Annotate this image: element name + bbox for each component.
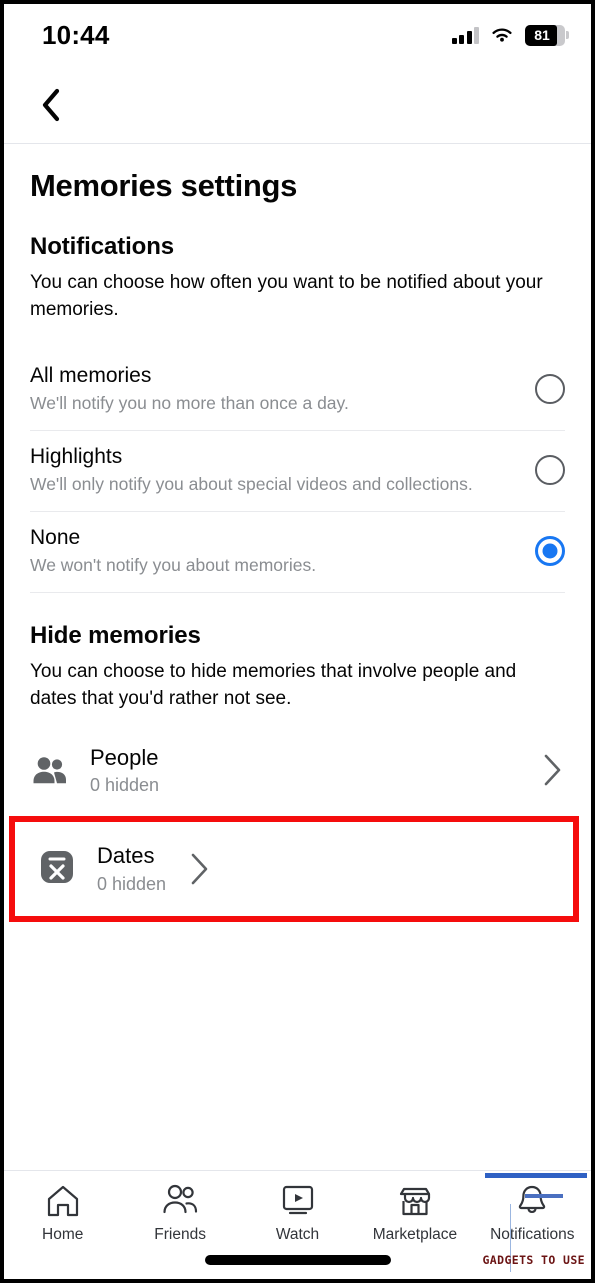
watermark-line-top (485, 1173, 587, 1178)
signal-bars-icon (451, 26, 479, 44)
people-icon (30, 750, 70, 790)
tab-notifications[interactable]: Notifications (474, 1183, 591, 1244)
page-title: Memories settings (30, 168, 298, 203)
watermark-line-mid (525, 1194, 563, 1198)
row-count: 0 hidden (90, 774, 160, 795)
tab-label: Marketplace (372, 1226, 458, 1243)
calendar-x-icon (37, 847, 77, 892)
radio-all-memories[interactable] (535, 374, 565, 405)
option-text: All memories We'll notify you no more th… (30, 363, 521, 416)
marketplace-store-icon (399, 1187, 431, 1216)
notifications-section-description: You can choose how often you want to be … (30, 272, 543, 320)
option-label: Highlights (30, 444, 123, 468)
settings-content: Memories settings Notifications You can … (4, 168, 591, 810)
option-description: We'll only notify you about special vide… (30, 474, 473, 495)
hide-memories-section-heading: Hide memories (30, 621, 201, 649)
hide-row-dates[interactable]: Dates 0 hidden (9, 816, 579, 922)
tab-watch[interactable]: Watch (239, 1183, 356, 1244)
row-label: Dates (97, 843, 155, 869)
notifications-section-heading: Notifications (30, 233, 175, 260)
row-label: People (90, 744, 159, 770)
row-count: 0 hidden (97, 873, 167, 894)
option-description: We'll notify you no more than once a day… (30, 393, 349, 414)
back-button[interactable] (30, 84, 72, 126)
status-bar: 10:44 81 (4, 4, 591, 66)
option-all-memories[interactable]: All memories We'll notify you no more th… (30, 350, 565, 431)
friends-icon (163, 1184, 198, 1214)
notification-options-list: All memories We'll notify you no more th… (30, 350, 565, 593)
tab-label: Home (42, 1226, 84, 1243)
tab-friends[interactable]: Friends (121, 1183, 238, 1244)
home-indicator (204, 1255, 391, 1265)
bell-icon (519, 1185, 546, 1213)
option-none[interactable]: None We won't notify you about memories. (30, 512, 565, 593)
row-text: People 0 hidden (90, 745, 519, 796)
tab-home[interactable]: Home (4, 1183, 121, 1244)
tab-label: Notifications (490, 1226, 575, 1243)
phone-screen: 10:44 81 Memories settings Notifications… (0, 0, 595, 1283)
option-label: None (30, 525, 81, 549)
radio-highlights[interactable] (535, 455, 565, 486)
battery-percent: 81 (534, 27, 550, 43)
status-indicators: 81 (451, 24, 569, 46)
chevron-left-icon (42, 88, 60, 121)
option-label: All memories (30, 363, 152, 387)
tab-label: Watch (275, 1226, 320, 1243)
home-icon (47, 1185, 78, 1217)
battery-icon: 81 (525, 24, 569, 46)
watermark-text: GADGETS TO USE (482, 1253, 585, 1267)
tab-label: Friends (154, 1226, 206, 1243)
wifi-icon (492, 28, 512, 42)
chevron-right-icon (544, 754, 561, 786)
hide-row-people[interactable]: People 0 hidden (30, 731, 565, 810)
hide-memories-section-description: You can choose to hide memories that inv… (30, 660, 517, 709)
radio-none[interactable] (535, 536, 565, 567)
tab-marketplace[interactable]: Marketplace (356, 1183, 473, 1244)
option-description: We won't notify you about memories. (30, 554, 317, 575)
watch-video-icon (282, 1185, 313, 1215)
row-text: Dates 0 hidden (97, 843, 166, 894)
option-highlights[interactable]: Highlights We'll only notify you about s… (30, 431, 565, 512)
option-text: None We won't notify you about memories. (30, 525, 521, 578)
hide-memories-list: People 0 hidden (30, 731, 565, 810)
option-text: Highlights We'll only notify you about s… (30, 444, 521, 497)
navigation-bar (4, 66, 591, 144)
status-time: 10:44 (42, 19, 110, 50)
chevron-right-icon (191, 853, 208, 885)
